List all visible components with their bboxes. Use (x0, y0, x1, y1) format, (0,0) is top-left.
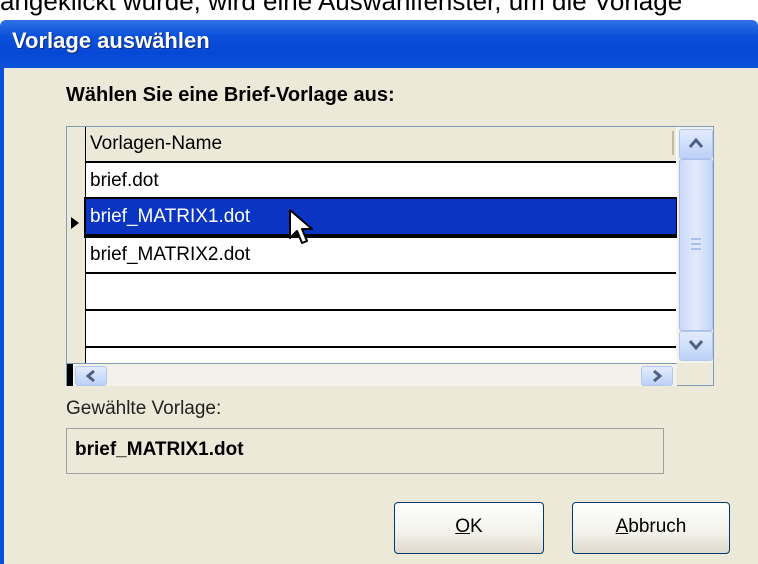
scroll-up-button[interactable] (679, 129, 713, 159)
title-bar[interactable]: Vorlage auswählen (0, 20, 758, 68)
grid-row[interactable] (86, 311, 676, 348)
scroll-thumb[interactable] (679, 159, 713, 331)
ok-mnemonic: O (455, 516, 471, 537)
grid-cell: brief_MATRIX1.dot (90, 206, 251, 227)
grid-row-selected[interactable]: brief_MATRIX1.dot (84, 197, 678, 238)
selected-template-label: Gewählte Vorlage: (66, 398, 222, 419)
dialog-body: Wählen Sie eine Brief-Vorlage aus: Vorla… (0, 68, 758, 564)
scroll-right-button[interactable] (641, 366, 673, 386)
horizontal-scrollbar[interactable] (67, 363, 677, 386)
selected-template-value: brief_MATRIX1.dot (75, 439, 244, 460)
template-grid[interactable]: Vorlagen-Name brief.dot brief_MATRIX1.do… (66, 126, 714, 386)
vertical-scrollbar[interactable] (677, 127, 713, 363)
scroll-up-icon (688, 137, 704, 148)
mouse-cursor-icon (289, 209, 313, 244)
thumb-grip (691, 238, 701, 240)
row-pointer-icon (71, 217, 79, 229)
scroll-down-button[interactable] (679, 331, 713, 361)
grid-row[interactable]: brief_MATRIX2.dot (86, 237, 676, 274)
thumb-grip (691, 243, 701, 245)
scrollbar-corner (677, 363, 713, 385)
selected-template-field: brief_MATRIX1.dot (66, 428, 664, 474)
grid-cell: brief_MATRIX2.dot (90, 244, 251, 265)
ok-label: K (470, 516, 483, 537)
column-header[interactable]: Vorlagen-Name (86, 127, 676, 163)
column-header-label: Vorlagen-Name (90, 133, 223, 154)
grid-row[interactable] (86, 274, 676, 311)
header-separator (672, 131, 674, 155)
dialog-title: Vorlage auswählen (12, 28, 210, 53)
scroll-down-icon (688, 340, 704, 351)
grid-row[interactable]: brief.dot (86, 163, 676, 200)
grid-cell: brief.dot (90, 170, 159, 191)
scroll-left-icon (85, 370, 95, 382)
template-dialog: Vorlage auswählen Wählen Sie eine Brief-… (0, 20, 758, 564)
cancel-button[interactable]: Abbruch (572, 502, 730, 554)
thumb-grip (691, 248, 701, 250)
scroll-left-button[interactable] (75, 366, 107, 386)
cancel-mnemonic: A (615, 516, 629, 537)
ok-button[interactable]: OK (394, 502, 544, 554)
cancel-label: bbruch (628, 516, 687, 537)
background-caption-text: angeklickt wurde, wird eine Auswahlfenst… (0, 0, 683, 16)
prompt-text: Wählen Sie eine Brief-Vorlage aus: (66, 84, 395, 106)
record-selector-column (67, 127, 86, 363)
scroll-right-icon (653, 370, 663, 382)
scroll-edge (67, 364, 73, 386)
